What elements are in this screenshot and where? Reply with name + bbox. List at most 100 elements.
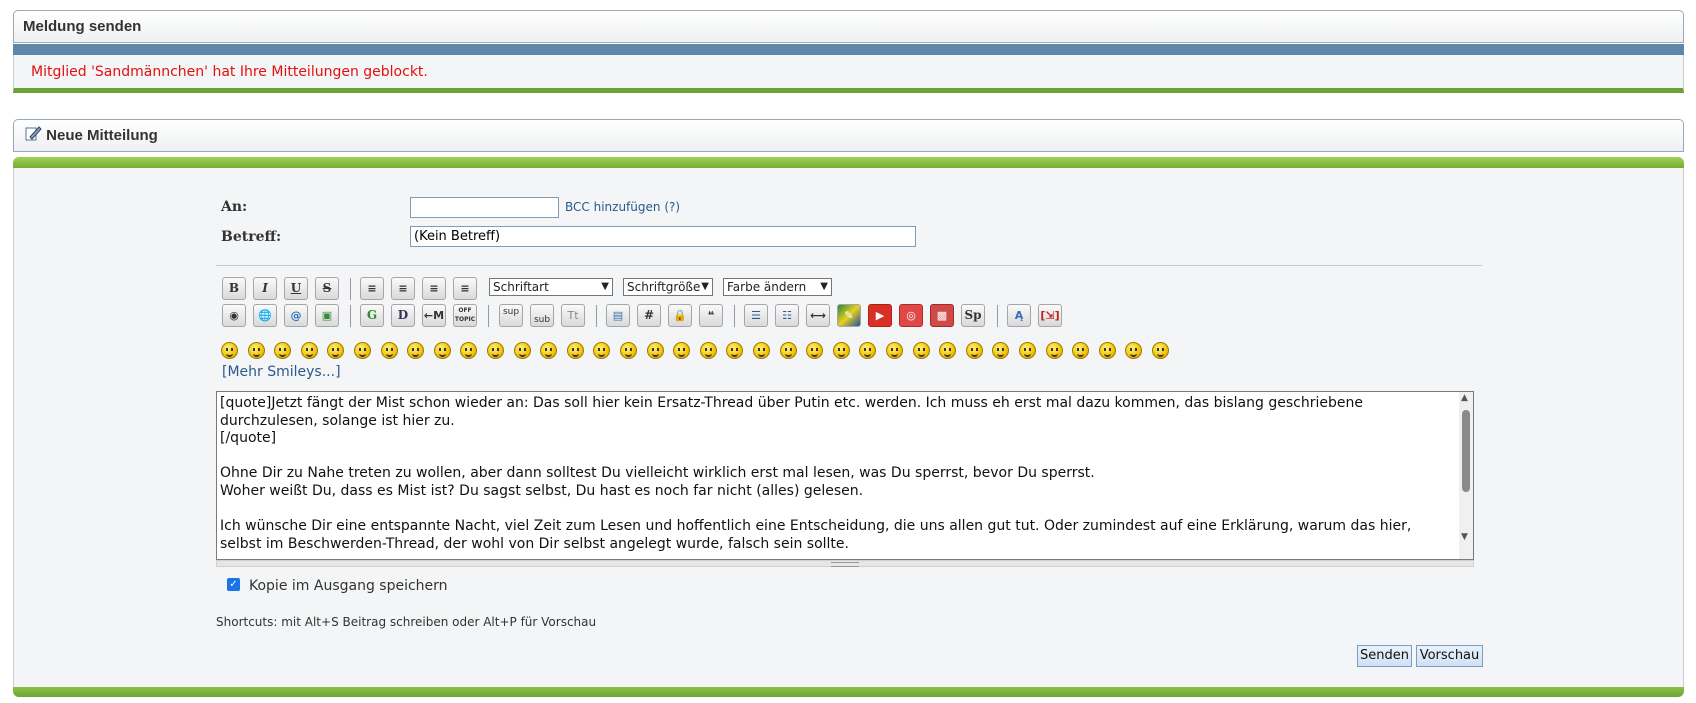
smiley-icon[interactable] bbox=[487, 342, 504, 359]
smiley-icon[interactable] bbox=[354, 342, 371, 359]
smiley-icon[interactable] bbox=[407, 342, 424, 359]
spoiler-button[interactable]: Sp bbox=[961, 304, 985, 327]
smiley-icon[interactable] bbox=[1019, 342, 1036, 359]
smiley-icon[interactable] bbox=[992, 342, 1009, 359]
image-icon[interactable]: ▣ bbox=[315, 304, 339, 327]
font-size-select[interactable]: Schriftgröße ▼ bbox=[623, 278, 713, 296]
smiley-icon[interactable] bbox=[647, 342, 664, 359]
toolbar-divider bbox=[488, 305, 489, 327]
email-icon[interactable]: @ bbox=[284, 304, 308, 327]
scroll-up-icon[interactable]: ▲ bbox=[1461, 393, 1468, 403]
lock-icon[interactable]: 🔒 bbox=[668, 304, 692, 327]
font-style-icon[interactable]: Ą bbox=[1007, 304, 1031, 327]
numbered-list-icon[interactable]: ☷ bbox=[775, 304, 799, 327]
save-copy-checkbox[interactable]: ✓ bbox=[227, 578, 240, 591]
smiley-icon[interactable] bbox=[939, 342, 956, 359]
shortcuts-hint: Shortcuts: mit Alt+S Beitrag schreiben o… bbox=[216, 615, 597, 629]
strikethrough-button[interactable]: S bbox=[315, 277, 339, 300]
scrollbar-thumb[interactable] bbox=[1462, 410, 1470, 492]
editor-scrollbar[interactable]: ▲ ▼ bbox=[1459, 392, 1473, 559]
toolbar-divider bbox=[350, 278, 351, 300]
smiley-icon[interactable] bbox=[1099, 342, 1116, 359]
font-size-select-label: Schriftgröße bbox=[627, 280, 701, 294]
dictionary-button[interactable]: D bbox=[391, 304, 415, 327]
google-button[interactable]: G bbox=[360, 304, 384, 327]
flash-media-icon[interactable]: ✎ bbox=[837, 304, 861, 327]
smiley-icon[interactable] bbox=[966, 342, 983, 359]
to-label: An: bbox=[221, 199, 248, 215]
smiley-icon[interactable] bbox=[301, 342, 318, 359]
table-icon[interactable]: ▤ bbox=[606, 304, 630, 327]
font-color-select[interactable]: Farbe ändern ▼ bbox=[723, 278, 832, 296]
toolbar-divider bbox=[997, 305, 998, 327]
smiley-icon[interactable] bbox=[780, 342, 797, 359]
justify-icon[interactable]: ≡ bbox=[360, 277, 384, 300]
media-embed-icon[interactable]: ▩ bbox=[930, 304, 954, 327]
smiley-icon[interactable] bbox=[1046, 342, 1063, 359]
smiley-icon[interactable] bbox=[434, 342, 451, 359]
smiley-icon[interactable] bbox=[327, 342, 344, 359]
smiley-icon[interactable] bbox=[753, 342, 770, 359]
subject-input[interactable] bbox=[410, 226, 916, 247]
align-center-icon[interactable]: ≡ bbox=[422, 277, 446, 300]
remove-format-icon[interactable]: [⇲] bbox=[1038, 304, 1062, 327]
smiley-icon[interactable] bbox=[593, 342, 610, 359]
quote-icon[interactable]: ❝ bbox=[699, 304, 723, 327]
smiley-icon[interactable] bbox=[381, 342, 398, 359]
smiley-icon[interactable] bbox=[567, 342, 584, 359]
video-icon[interactable]: ◎ bbox=[899, 304, 923, 327]
smiley-icon[interactable] bbox=[673, 342, 690, 359]
font-family-select[interactable]: Schriftart ▼ bbox=[489, 278, 613, 296]
smiley-icon[interactable] bbox=[514, 342, 531, 359]
bold-button[interactable]: B bbox=[222, 277, 246, 300]
smiley-icon[interactable] bbox=[859, 342, 876, 359]
subscript-button[interactable]: sub bbox=[530, 304, 554, 327]
header-divider bbox=[13, 44, 1684, 55]
binoculars-icon[interactable]: ◉ bbox=[222, 304, 246, 327]
bcc-help-link[interactable]: (?) bbox=[664, 200, 680, 214]
smiley-icon[interactable] bbox=[913, 342, 930, 359]
horizontal-rule-icon[interactable]: ⟷ bbox=[806, 304, 830, 327]
youtube-icon[interactable]: ▶ bbox=[868, 304, 892, 327]
italic-button[interactable]: I bbox=[253, 277, 277, 300]
superscript-button[interactable]: sup bbox=[499, 304, 523, 327]
offtopic-button[interactable]: OFF TOPIC bbox=[453, 304, 477, 327]
font-family-select-label: Schriftart bbox=[493, 280, 549, 294]
smiley-icon[interactable] bbox=[460, 342, 477, 359]
align-right-icon[interactable]: ≡ bbox=[453, 277, 477, 300]
smiley-icon[interactable] bbox=[1072, 342, 1089, 359]
smiley-icon[interactable] bbox=[248, 342, 265, 359]
underline-button[interactable]: U bbox=[284, 277, 308, 300]
smiley-icon[interactable] bbox=[726, 342, 743, 359]
to-input[interactable] bbox=[410, 197, 559, 218]
more-smileys-link[interactable]: [Mehr Smileys...] bbox=[222, 364, 341, 380]
blocked-notice-text: Mitglied 'Sandmännchen' hat Ihre Mitteil… bbox=[31, 64, 428, 80]
smiley-icon[interactable] bbox=[540, 342, 557, 359]
smiley-icon[interactable] bbox=[1152, 342, 1169, 359]
smiley-icon[interactable] bbox=[1125, 342, 1142, 359]
bullet-list-icon[interactable]: ☰ bbox=[744, 304, 768, 327]
resize-handle[interactable] bbox=[216, 560, 1474, 567]
smiley-icon[interactable] bbox=[221, 342, 238, 359]
smiley-icon[interactable] bbox=[274, 342, 291, 359]
chevron-down-icon: ▼ bbox=[701, 281, 709, 292]
smiley-icon[interactable] bbox=[833, 342, 850, 359]
smiley-icon[interactable] bbox=[700, 342, 717, 359]
bcc-link[interactable]: BCC hinzufügen (?) bbox=[565, 200, 680, 214]
chevron-down-icon: ▼ bbox=[601, 281, 609, 292]
message-textarea[interactable]: [quote]Jetzt fängt der Mist schon wieder… bbox=[216, 391, 1474, 560]
smiley-icon[interactable] bbox=[620, 342, 637, 359]
teletype-button[interactable]: Tt bbox=[561, 304, 585, 327]
preview-button[interactable]: Vorschau bbox=[1416, 645, 1483, 667]
code-hash-button[interactable]: # bbox=[637, 304, 661, 327]
move-button[interactable]: ←M bbox=[422, 304, 446, 327]
scroll-down-icon[interactable]: ▼ bbox=[1461, 532, 1468, 542]
smiley-icon[interactable] bbox=[886, 342, 903, 359]
align-left-icon[interactable]: ≡ bbox=[391, 277, 415, 300]
send-message-header: Meldung senden bbox=[13, 10, 1684, 43]
toolbar-divider bbox=[734, 305, 735, 327]
send-button[interactable]: Senden bbox=[1357, 645, 1412, 667]
globe-link-icon[interactable]: 🌐 bbox=[253, 304, 277, 327]
bcc-link-label[interactable]: BCC hinzufügen bbox=[565, 200, 660, 214]
smiley-icon[interactable] bbox=[806, 342, 823, 359]
